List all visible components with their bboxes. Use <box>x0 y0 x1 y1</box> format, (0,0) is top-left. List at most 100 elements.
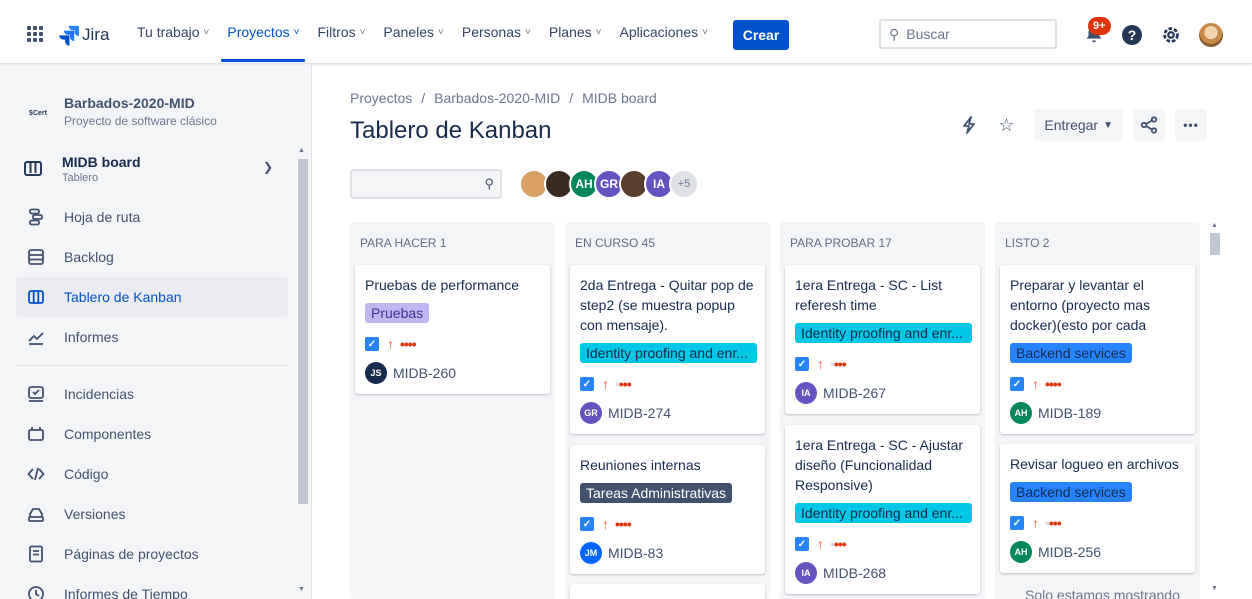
backlog-icon <box>26 247 46 267</box>
share-icon[interactable] <box>1133 109 1165 141</box>
nav-item-label: Tu trabajo <box>137 24 200 40</box>
column-footer-text: Solo estamos mostrando <box>1025 587 1180 599</box>
nav-item[interactable]: Personas ˅ <box>453 0 540 64</box>
jira-logo-icon <box>59 25 79 46</box>
nav-item[interactable]: Filtros ˅ <box>308 0 374 64</box>
entregar-button[interactable]: Entregar ▼ <box>1034 109 1123 141</box>
assignee-avatar[interactable]: AH <box>1010 541 1032 563</box>
sidebar-item-label: Páginas de proyectos <box>64 546 199 562</box>
sidebar-item[interactable]: Hoja de ruta <box>16 197 288 237</box>
board-search-input[interactable]: ⚲ <box>350 169 502 199</box>
issue-card[interactable]: Revisar logueo en archivos Backend servic… <box>1000 444 1195 573</box>
project-logo: $Cert <box>29 109 47 117</box>
priority-high-icon: ↑ <box>817 536 824 552</box>
sidebar-item[interactable]: Páginas de proyectos <box>16 534 288 574</box>
nav-item[interactable]: Planes ˅ <box>540 0 611 64</box>
issue-card[interactable]: 1era Entrega - SC - List referesh time Id… <box>785 265 980 414</box>
reports-icon <box>26 327 46 347</box>
star-icon[interactable]: ☆ <box>990 109 1022 141</box>
sidebar-item[interactable]: Versiones <box>16 494 288 534</box>
issue-key[interactable]: MIDB-268 <box>823 565 886 581</box>
chevron-down-icon: ˅ <box>595 26 602 38</box>
scroll-down-icon[interactable]: ▼ <box>298 586 305 593</box>
assignee-avatar[interactable]: IA <box>795 562 817 584</box>
user-avatar[interactable] <box>1199 23 1223 47</box>
sidebar-item[interactable]: Tablero de Kanban <box>16 277 288 317</box>
card-summary: Reuniones internas <box>580 457 701 473</box>
automation-icon[interactable] <box>953 109 985 141</box>
sidebar-item-label: Informes <box>64 329 119 345</box>
chevron-down-icon: ▼ <box>1103 119 1113 131</box>
sidebar-item[interactable]: Informes de Tiempo <box>16 574 288 599</box>
scroll-up-icon[interactable]: ▲ <box>1211 222 1218 229</box>
sidebar-item[interactable]: Componentes <box>16 414 288 454</box>
issue-key[interactable]: MIDB-260 <box>393 365 456 381</box>
sidebar-item[interactable]: Incidencias <box>16 374 288 414</box>
issue-card[interactable]: Reuniones internas Tareas Administrativas… <box>570 445 765 574</box>
issue-card[interactable]: Preparar y levantar el entorno (proyecto… <box>1000 265 1195 434</box>
issue-card[interactable]: 2da Entrega - Quitar pop de step2 (se mu… <box>570 265 765 434</box>
sidebar-item[interactable]: Informes <box>16 317 288 357</box>
board-type: Tablero <box>62 172 99 184</box>
sidebar-item[interactable]: Código <box>16 454 288 494</box>
assignee-avatar[interactable]: JS <box>365 362 387 384</box>
nav-item[interactable]: Aplicaciones ˅ <box>611 0 717 64</box>
scroll-down-icon[interactable]: ▼ <box>1211 585 1218 592</box>
card-footer: AH MIDB-256 <box>1010 541 1185 573</box>
sidebar-scroll-thumb[interactable] <box>298 159 308 504</box>
board-icon <box>24 161 42 176</box>
issue-key[interactable]: MIDB-256 <box>1038 544 1101 560</box>
board-scroll-thumb[interactable] <box>1210 233 1220 255</box>
priority-high-icon: ↑ <box>1032 515 1039 531</box>
assignee-avatar[interactable]: IA <box>795 382 817 404</box>
issue-key[interactable]: MIDB-189 <box>1038 405 1101 421</box>
card-footer: AH MIDB-189 <box>1010 402 1185 434</box>
issue-card[interactable]: 1era Entrega - SC - Ajustar diseño (Func… <box>785 425 980 594</box>
column-header: PARA HACER 1 <box>360 236 447 250</box>
avatar[interactable]: +5 <box>669 169 699 199</box>
create-button[interactable]: Crear <box>733 20 789 50</box>
help-icon[interactable]: ? <box>1122 25 1142 45</box>
issue-key[interactable]: MIDB-267 <box>823 385 886 401</box>
estimate-dots-icon: •••• <box>830 536 847 552</box>
search-input[interactable]: ⚲ Buscar <box>879 19 1057 49</box>
task-type-icon: ✓ <box>1010 377 1024 391</box>
nav-item[interactable]: Proyectos ˅ <box>218 0 308 64</box>
nav-item[interactable]: Tu trabajo ˅ <box>128 0 218 64</box>
breadcrumb-item[interactable]: Proyectos <box>350 90 412 106</box>
estimate-dots-icon: •••• <box>615 376 632 392</box>
epic-label: Identity proofing and enr... <box>795 323 972 343</box>
nav-item[interactable]: Paneles ˅ <box>374 0 452 64</box>
main-content: Proyectos / Barbados-2020-MID / MIDB boa… <box>313 65 1252 599</box>
settings-icon[interactable] <box>1160 24 1182 46</box>
card-meta: ✓ ↑ •••• <box>1010 376 1185 392</box>
breadcrumb-item[interactable]: Barbados-2020-MID <box>434 90 560 106</box>
card-summary: Revisar logueo en archivos <box>1010 456 1179 472</box>
estimate-dots-icon: •••• <box>830 356 847 372</box>
sidebar-item[interactable]: Backlog <box>16 237 288 277</box>
estimate-dots-icon: •••• <box>615 516 632 532</box>
breadcrumb-item[interactable]: MIDB board <box>582 90 657 106</box>
board-icon <box>26 287 46 307</box>
chevron-down-icon: ˅ <box>438 26 444 38</box>
scroll-up-icon[interactable]: ▲ <box>298 147 305 154</box>
assignee-avatar[interactable]: JM <box>580 542 602 564</box>
issue-card[interactable] <box>570 584 765 599</box>
issue-card[interactable]: Pruebas de performance Pruebas ✓ ↑ •••• JS MID… <box>355 265 550 394</box>
assignee-avatar[interactable]: GR <box>580 402 602 424</box>
jira-logo[interactable]: Jira <box>58 24 109 46</box>
app-switcher-icon[interactable] <box>27 26 43 42</box>
issue-key[interactable]: MIDB-83 <box>608 545 663 561</box>
project-header[interactable]: $Cert Barbados-2020-MID Proyecto de soft… <box>26 95 217 128</box>
board-selector[interactable]: MIDB board Tablero ❯ <box>20 150 285 188</box>
nav-item-label: Aplicaciones <box>619 24 699 40</box>
logo-text: Jira <box>82 25 110 44</box>
assignee-avatar[interactable]: AH <box>1010 402 1032 424</box>
card-meta: ✓ ↑ •••• <box>795 536 970 552</box>
nav-item-label: Paneles <box>383 24 435 40</box>
board-scrollbar[interactable] <box>1208 220 1222 599</box>
card-footer: GR MIDB-274 <box>580 402 755 434</box>
more-options-button[interactable]: ••• <box>1175 109 1207 141</box>
issue-key[interactable]: MIDB-274 <box>608 405 671 421</box>
column-header: EN CURSO 45 <box>575 236 656 250</box>
